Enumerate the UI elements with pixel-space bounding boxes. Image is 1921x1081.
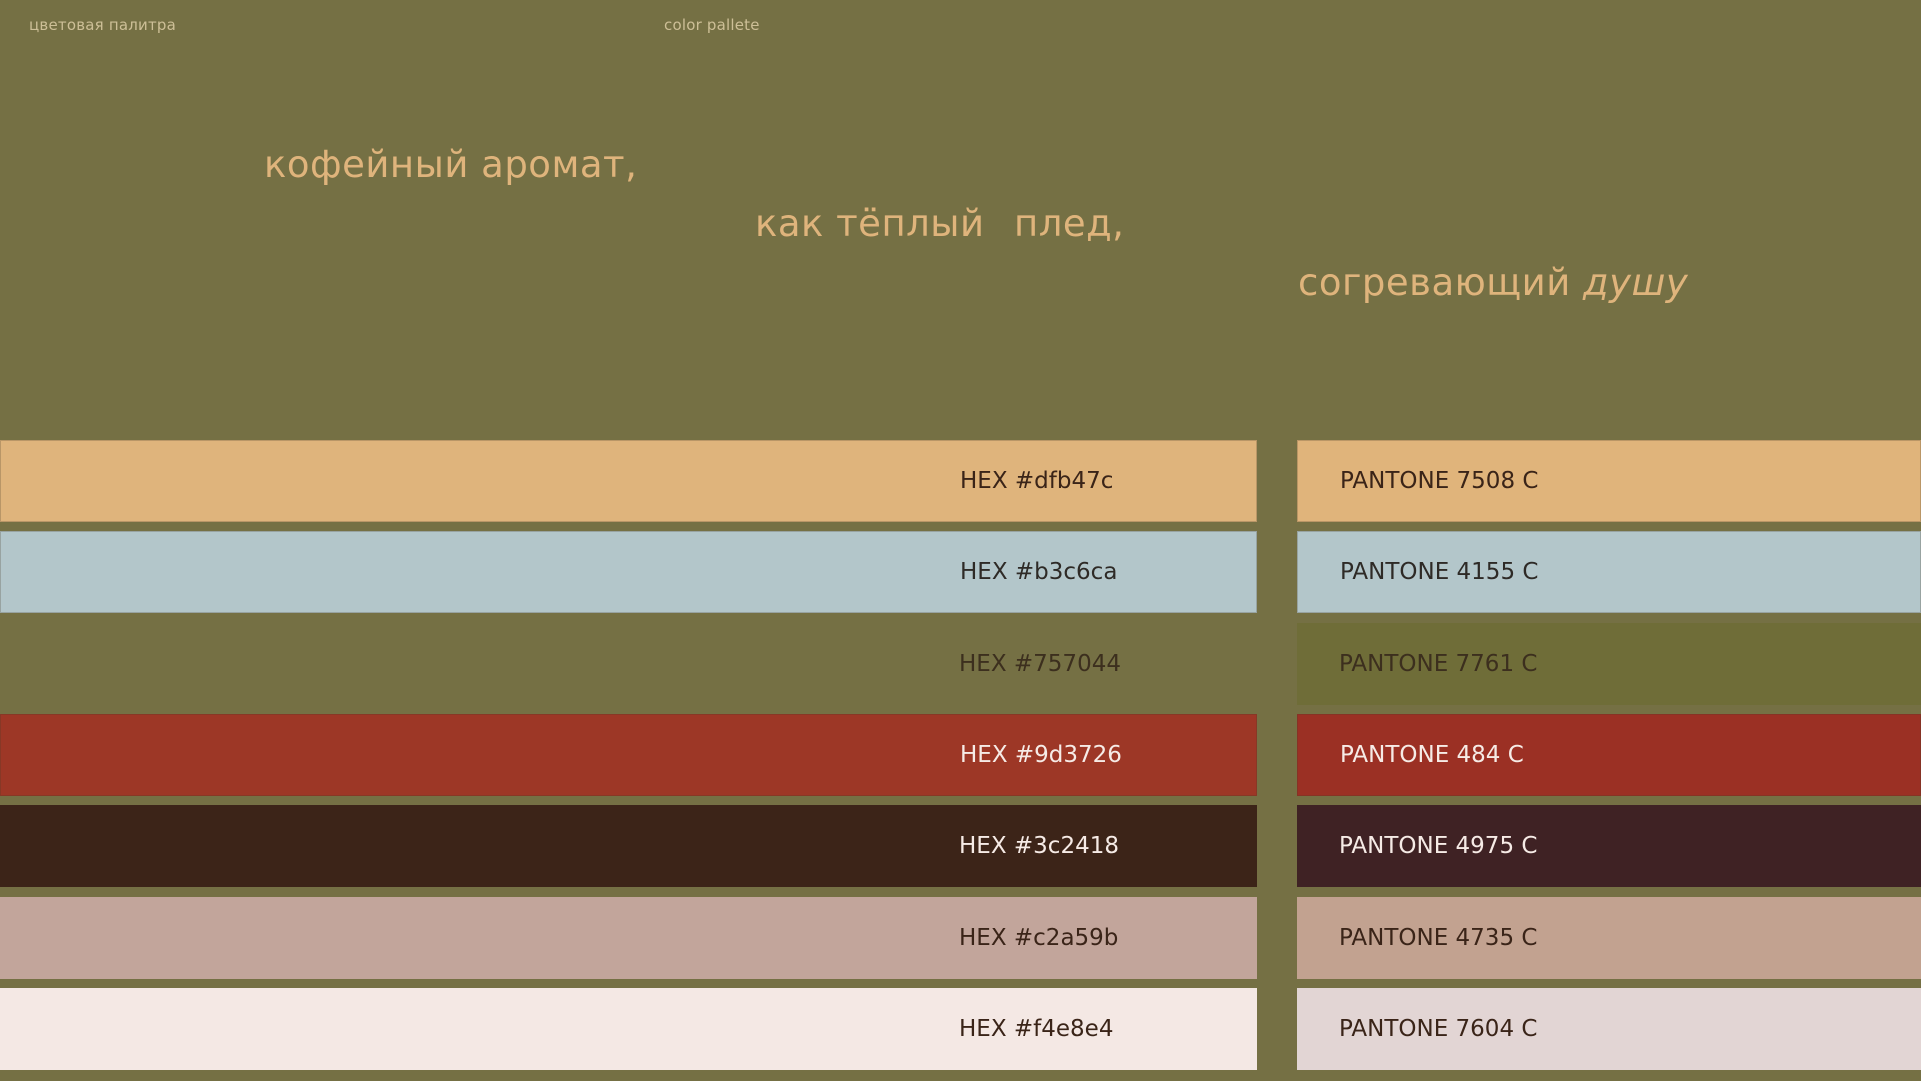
pantone-swatch-5: PANTONE 4975 C [1297,805,1921,887]
hex-swatch-label: HEX #c2a59b [959,925,1119,951]
hex-swatch-5: HEX #3c2418 [0,805,1257,887]
tagline-line-1: кофейный аромат, [264,143,638,186]
hex-swatch-1: HEX #dfb47c [0,440,1257,522]
hex-swatch-label: HEX #f4e8e4 [959,1016,1114,1042]
pantone-swatch-label: PANTONE 7508 C [1340,468,1539,494]
pantone-swatch-label: PANTONE 7604 C [1339,1016,1538,1042]
tagline-line-3-italic: душу [1583,261,1689,304]
hex-swatch-3: HEX #757044 [0,623,1257,705]
palette-label-ru: цветовая палитра [29,16,177,34]
pantone-swatch-7: PANTONE 7604 C [1297,988,1921,1070]
hex-swatch-label: HEX #757044 [959,651,1121,677]
tagline-line-2b: плед, [1014,202,1125,245]
pantone-swatch-4: PANTONE 484 C [1297,714,1921,796]
hex-swatch-6: HEX #c2a59b [0,897,1257,979]
pantone-swatch-6: PANTONE 4735 C [1297,897,1921,979]
pantone-swatch-1: PANTONE 7508 C [1297,440,1921,522]
palette-label-en: color pallete [664,16,760,34]
hex-swatch-7: HEX #f4e8e4 [0,988,1257,1070]
hex-swatch-label: HEX #b3c6ca [960,559,1118,585]
tagline-line-3-regular: согревающий [1298,261,1583,304]
pantone-swatch-label: PANTONE 7761 C [1339,651,1538,677]
tagline-line-2a: как тёплый [755,202,985,245]
tagline-line-3: согревающий душу [1298,261,1688,304]
pantone-swatch-label: PANTONE 4735 C [1339,925,1538,951]
hex-swatch-2: HEX #b3c6ca [0,531,1257,613]
pantone-swatch-label: PANTONE 4155 C [1340,559,1539,585]
pantone-swatch-label: PANTONE 4975 C [1339,833,1538,859]
pantone-swatch-2: PANTONE 4155 C [1297,531,1921,613]
hex-swatch-label: HEX #3c2418 [959,833,1119,859]
pantone-swatch-label: PANTONE 484 C [1340,742,1524,768]
hex-swatch-4: HEX #9d3726 [0,714,1257,796]
hex-swatch-label: HEX #dfb47c [960,468,1114,494]
hex-swatch-label: HEX #9d3726 [960,742,1122,768]
pantone-swatch-3: PANTONE 7761 C [1297,623,1921,705]
